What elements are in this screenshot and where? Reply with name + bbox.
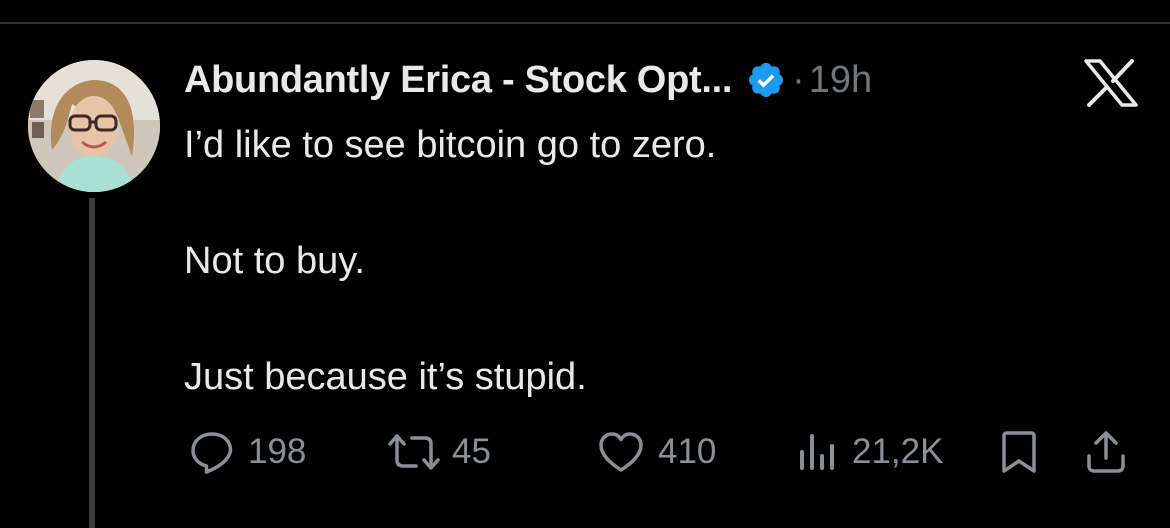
views-button[interactable]: 21,2K (796, 424, 943, 480)
views-count: 21,2K (852, 432, 944, 471)
views-chart-icon (796, 428, 840, 476)
timestamp[interactable]: 19h (809, 59, 872, 102)
tweet-line (184, 290, 1084, 348)
repost-icon (384, 428, 444, 476)
action-bar: 198 45 410 21,2K (184, 424, 1144, 480)
heart-icon (596, 428, 646, 476)
avatar[interactable] (28, 60, 160, 192)
bookmark-button[interactable] (996, 424, 1042, 480)
tweet-line: Just because it’s stupid. (184, 356, 587, 398)
x-logo-icon[interactable] (1082, 58, 1140, 108)
like-button[interactable]: 410 (596, 424, 716, 480)
bookmark-icon (996, 428, 1042, 476)
thread-line (89, 198, 95, 528)
tweet-text: I’d like to see bitcoin go to zero. Not … (184, 116, 1084, 406)
author-name[interactable]: Abundantly Erica - Stock Opt... (184, 59, 732, 102)
reply-button[interactable]: 198 (188, 424, 306, 480)
tweet-line: Not to buy. (184, 240, 365, 282)
separator-dot: · (792, 58, 805, 101)
reply-count: 198 (248, 432, 307, 471)
verified-badge-icon (746, 60, 786, 100)
share-button[interactable] (1082, 424, 1130, 480)
tweet-line: I’d like to see bitcoin go to zero. (184, 124, 717, 166)
top-divider (0, 22, 1170, 24)
tweet-header: Abundantly Erica - Stock Opt... · 19h (184, 54, 872, 106)
reply-icon (188, 428, 236, 476)
repost-count: 45 (452, 432, 491, 471)
like-count: 410 (658, 432, 717, 471)
tweet-line (184, 174, 1084, 232)
avatar-photo (28, 60, 160, 192)
repost-button[interactable]: 45 (384, 424, 491, 480)
share-icon (1082, 428, 1130, 476)
